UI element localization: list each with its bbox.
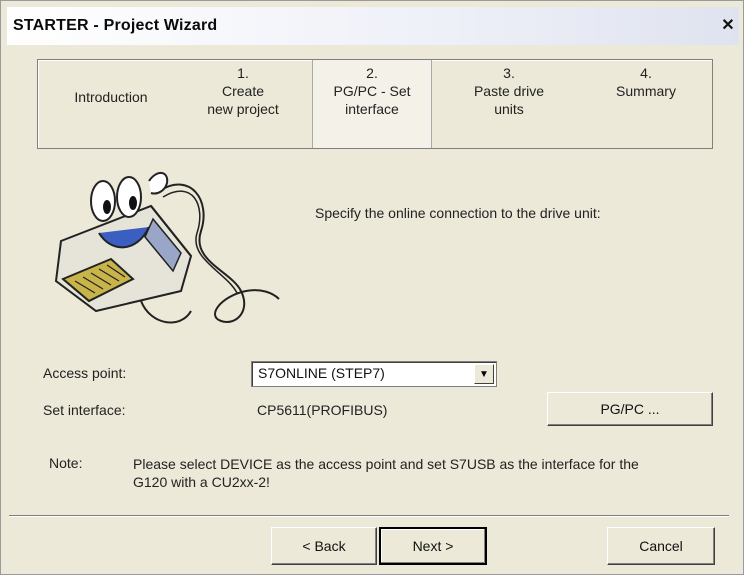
connector-mascot-illustration: [54, 172, 280, 324]
set-interface-value: CP5611(PROFIBUS): [257, 402, 388, 418]
step-label: Summary: [616, 83, 676, 99]
back-button[interactable]: < Back: [271, 527, 377, 565]
cancel-button[interactable]: Cancel: [607, 527, 715, 565]
step-label: PG/PC - Set interface: [333, 83, 411, 117]
step-number: 2.: [366, 65, 378, 81]
pgpc-button[interactable]: PG/PC ...: [547, 392, 713, 426]
step-create-project: 1. Create new project: [176, 60, 310, 148]
step-label: Create new project: [207, 83, 279, 117]
step-paste-drive-units: 3. Paste drive units: [434, 60, 584, 148]
step-number: 1.: [237, 65, 249, 81]
step-label: Paste drive units: [473, 83, 545, 117]
step-set-interface: 2. PG/PC - Set interface: [312, 60, 432, 148]
title-bar: STARTER - Project Wizard ✕: [7, 7, 739, 45]
next-button[interactable]: Next >: [379, 527, 487, 565]
access-point-label: Access point:: [43, 365, 127, 381]
wizard-steps: Introduction 1. Create new project 2. PG…: [37, 59, 713, 149]
set-interface-label: Set interface:: [43, 402, 126, 418]
wizard-window: STARTER - Project Wizard ✕ Introduction …: [0, 0, 744, 575]
close-icon[interactable]: ✕: [719, 17, 737, 35]
step-number: 4.: [640, 65, 652, 81]
step-number: 3.: [503, 65, 515, 81]
note-label: Note:: [49, 455, 83, 471]
note-text: Please select DEVICE as the access point…: [133, 456, 639, 490]
step-label: Introduction: [74, 89, 148, 105]
chevron-down-icon[interactable]: ▼: [474, 364, 494, 384]
access-point-value: S7ONLINE (STEP7): [258, 365, 385, 381]
instruction-text: Specify the online connection to the dri…: [315, 205, 601, 221]
footer-divider: [9, 515, 729, 517]
window-title: STARTER - Project Wizard: [13, 17, 218, 34]
access-point-select[interactable]: S7ONLINE (STEP7) ▼: [251, 361, 497, 387]
step-summary: 4. Summary: [584, 60, 708, 148]
step-introduction: Introduction: [46, 60, 176, 148]
